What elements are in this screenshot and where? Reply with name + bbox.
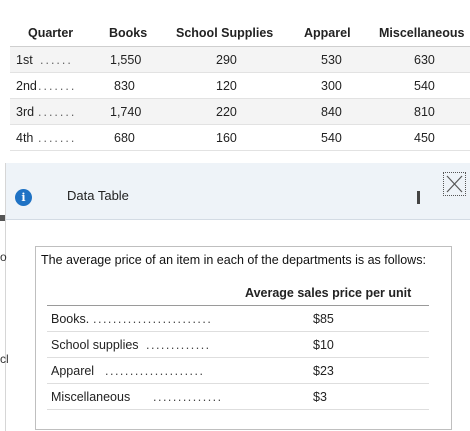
table-row: School supplies ............. $10 (47, 332, 429, 358)
quarterly-table-header: Quarter Books School Supplies Apparel Mi… (10, 18, 470, 47)
apparel-value: 540 (321, 131, 342, 145)
table-row: 1st ...... 1,550 290 530 630 (10, 47, 470, 73)
quarter-label: 4th (16, 131, 34, 145)
school-supplies-value: 120 (216, 79, 237, 93)
apparel-value: 530 (321, 53, 342, 67)
col-apparel: Apparel (304, 26, 351, 40)
table-row: 3rd ....... 1,740 220 840 810 (10, 99, 470, 125)
minimize-button[interactable] (412, 191, 426, 205)
price-value: $10 (313, 338, 334, 352)
background-text-fragment: cl (0, 352, 9, 366)
background-text-fragment: o (0, 250, 7, 264)
department-label: Books. (51, 312, 90, 326)
price-table-header: Average sales price per unit (47, 283, 429, 306)
table-row: 2nd ....... 830 120 300 540 (10, 73, 470, 99)
price-info-panel: The average price of an item in each of … (35, 246, 452, 430)
table-row: 4th ....... 680 160 540 450 (10, 125, 470, 151)
apparel-value: 300 (321, 79, 342, 93)
dot-leader: .............. (153, 390, 223, 404)
col-school-supplies: School Supplies (176, 26, 274, 40)
dot-leader: ....... (38, 105, 77, 119)
miscellaneous-value: 630 (414, 53, 435, 67)
price-value: $23 (313, 364, 334, 378)
dot-leader: ....... (38, 131, 77, 145)
col-miscellaneous: Miscellaneous (379, 26, 465, 40)
dot-leader: ........................ (93, 312, 213, 326)
close-button[interactable] (443, 172, 466, 196)
department-label: Miscellaneous (51, 390, 131, 404)
miscellaneous-value: 540 (414, 79, 435, 93)
table-row: Miscellaneous .............. $3 (47, 384, 429, 410)
books-value: 1,740 (110, 105, 142, 119)
price-value: $85 (313, 312, 334, 326)
department-label: School supplies (51, 338, 139, 352)
school-supplies-value: 290 (216, 53, 237, 67)
books-value: 1,550 (110, 53, 142, 67)
dot-leader: ............. (146, 338, 211, 352)
close-icon (446, 175, 463, 193)
miscellaneous-value: 450 (414, 131, 435, 145)
dialog-title: Data Table (67, 188, 129, 203)
quarter-label: 1st (16, 53, 33, 67)
department-label: Apparel (51, 364, 95, 378)
dot-leader: .................... (105, 364, 205, 378)
school-supplies-value: 220 (216, 105, 237, 119)
quarter-label: 3rd (16, 105, 35, 119)
books-value: 830 (114, 79, 135, 93)
dialog-header: i Data Table (6, 163, 470, 220)
info-icon: i (15, 189, 32, 206)
col-quarter: Quarter (28, 26, 74, 40)
background-window-edge (0, 215, 5, 221)
minimize-icon (417, 191, 420, 204)
intro-text: The average price of an item in each of … (41, 253, 426, 267)
quarter-label: 2nd (16, 79, 37, 93)
books-value: 680 (114, 131, 135, 145)
quarterly-table: Quarter Books School Supplies Apparel Mi… (10, 18, 470, 151)
apparel-value: 840 (321, 105, 342, 119)
price-table: Average sales price per unit Books. ....… (47, 283, 429, 410)
dot-leader: ...... (40, 53, 73, 67)
price-value: $3 (313, 390, 327, 404)
table-row: Books. ........................ $85 (47, 306, 429, 332)
table-row: Apparel .................... $23 (47, 358, 429, 384)
dot-leader: ....... (38, 79, 77, 93)
col-average-price: Average sales price per unit (245, 286, 412, 300)
col-books: Books (109, 26, 148, 40)
miscellaneous-value: 810 (414, 105, 435, 119)
school-supplies-value: 160 (216, 131, 237, 145)
